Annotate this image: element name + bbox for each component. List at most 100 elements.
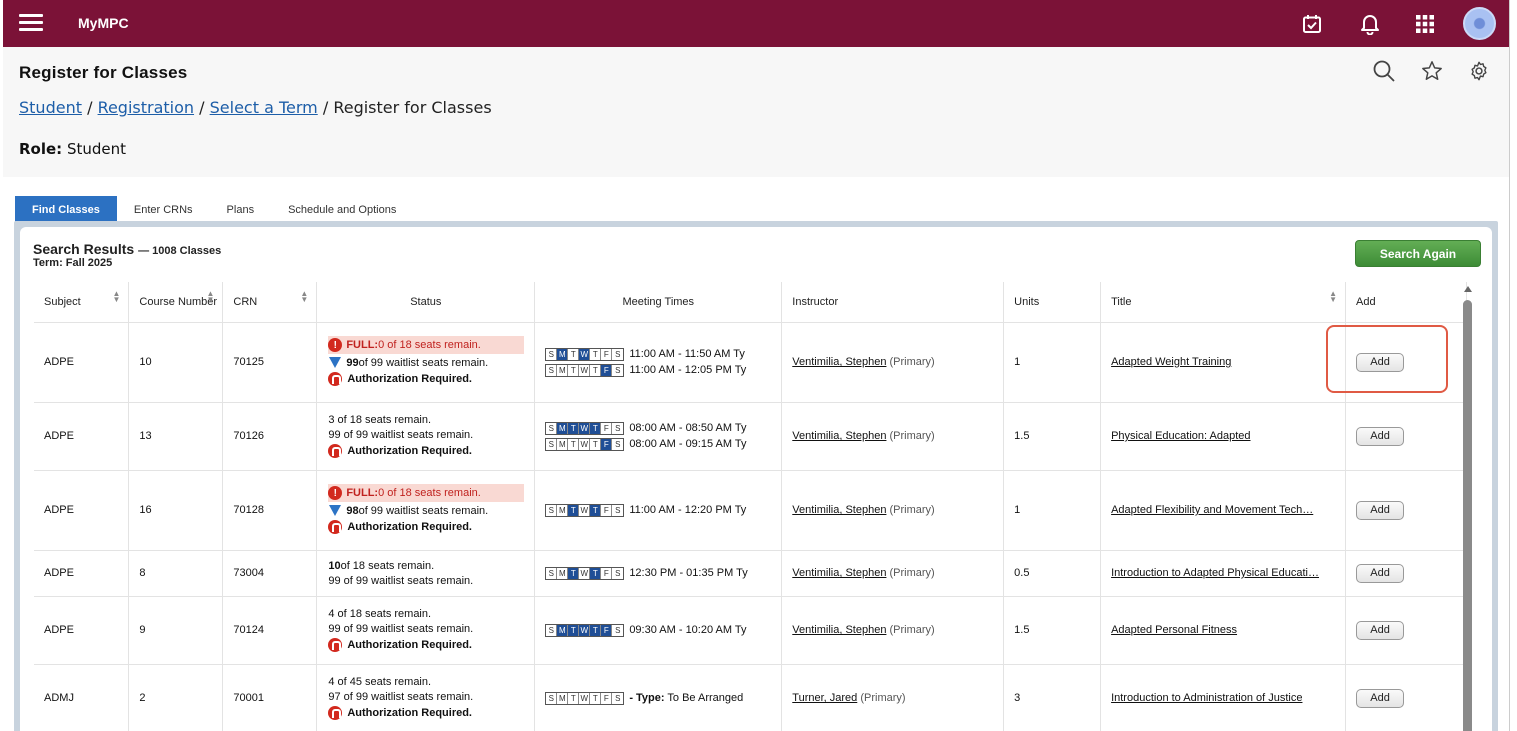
- instructor-link[interactable]: Ventimilia, Stephen: [792, 624, 886, 636]
- day-cell: M: [557, 364, 569, 376]
- cell-crn: 70125: [222, 322, 318, 403]
- cell-status: 3 of 18 seats remain. 99 of 99 waitlist s…: [316, 402, 536, 471]
- cell-subject: ADPE: [34, 322, 130, 403]
- add-button[interactable]: Add: [1356, 500, 1405, 520]
- role-value: Student: [66, 140, 127, 158]
- day-cell: T: [568, 364, 580, 376]
- cell-status: ! FULL: 0 of 18 seats remain. 98 of 99 wai…: [316, 470, 536, 551]
- meeting-time: 09:30 AM - 10:20 AM Ty: [629, 624, 747, 636]
- cell-course-number: 16: [128, 470, 224, 551]
- lock-icon: [328, 444, 343, 458]
- tab-find-classes[interactable]: Find Classes: [15, 196, 117, 222]
- column-header-course-number[interactable]: Course Number ▲ ▼: [128, 282, 224, 323]
- waitlist-status: 99 of 99 waitlist seats remain.: [328, 622, 474, 635]
- search-icon[interactable]: [1370, 57, 1398, 85]
- seats-remaining: 10 of 18 seats remain.: [328, 559, 435, 572]
- tab-schedule-options[interactable]: Schedule and Options: [271, 196, 413, 222]
- waitlist-status: 98 of 99 waitlist seats remain.: [328, 503, 533, 518]
- lock-icon: [328, 372, 343, 386]
- day-cell: M: [557, 438, 569, 450]
- table-row: ADPE 10 70125 ! FULL: 0 of 18 seats remai…: [34, 322, 1467, 403]
- scroll-thumb[interactable]: [1463, 300, 1472, 731]
- add-button[interactable]: Add: [1356, 620, 1405, 640]
- day-cell: S: [546, 567, 558, 579]
- day-cell: S: [546, 624, 558, 636]
- column-header-subject[interactable]: Subject ▲ ▼: [34, 282, 130, 323]
- add-button[interactable]: Add: [1356, 352, 1405, 372]
- table-row: ADPE 16 70128 ! FULL: 0 of 18 seats remai…: [34, 470, 1467, 551]
- role-label: Role:: [19, 140, 63, 158]
- day-cell: T: [568, 624, 580, 636]
- instructor-link[interactable]: Ventimilia, Stephen: [792, 504, 886, 516]
- tab-plans[interactable]: Plans: [210, 196, 272, 222]
- user-avatar[interactable]: [1463, 7, 1496, 40]
- add-button[interactable]: Add: [1356, 563, 1405, 583]
- meeting-time: 08:00 AM - 09:15 AM Ty: [629, 438, 747, 450]
- page-title: Register for Classes: [19, 63, 188, 82]
- cell-subject: ADPE: [34, 550, 130, 597]
- add-button[interactable]: Add: [1356, 688, 1405, 708]
- results-table: Subject ▲ ▼ Course Number ▲ ▼ CRN ▲ ▼ Status M…: [34, 282, 1467, 731]
- table-row: ADPE 13 70126 3 of 18 seats remain. 99 of…: [34, 402, 1467, 471]
- cell-add: Add: [1345, 550, 1467, 597]
- instructor-role: (Primary): [857, 692, 906, 704]
- day-cell: S: [546, 504, 558, 516]
- meeting-row: S M T W T F S 11:00 AM - 11:50 AM Ty: [545, 347, 780, 362]
- cell-subject: ADMJ: [34, 664, 130, 731]
- cell-subject: ADPE: [34, 596, 130, 665]
- day-cell: S: [546, 364, 558, 376]
- cell-crn: 73004: [222, 550, 318, 597]
- meeting-row: S M T W T F S 08:00 AM - 09:15 AM Ty: [545, 437, 780, 452]
- gear-icon[interactable]: [1465, 57, 1493, 85]
- day-cell: F: [601, 567, 613, 579]
- instructor-link[interactable]: Ventimilia, Stephen: [792, 356, 886, 368]
- meeting-row: S M T W T F S 08:00 AM - 08:50 AM Ty: [545, 421, 780, 436]
- calendar-check-icon[interactable]: [1298, 10, 1326, 38]
- table-scrollbar[interactable]: [1461, 283, 1476, 731]
- search-again-button[interactable]: Search Again: [1355, 240, 1481, 267]
- bell-icon[interactable]: [1356, 10, 1384, 38]
- authorization-status: Authorization Required.: [328, 442, 533, 460]
- instructor-link[interactable]: Turner, Jared: [792, 692, 857, 704]
- table-row: ADMJ 2 70001 4 of 45 seats remain. 97 of …: [34, 664, 1467, 731]
- course-title-link[interactable]: Introduction to Adapted Physical Educati…: [1111, 567, 1319, 579]
- day-cell: F: [601, 504, 613, 516]
- course-title-link[interactable]: Adapted Personal Fitness: [1111, 624, 1237, 636]
- breadcrumb-registration[interactable]: Registration: [98, 98, 194, 117]
- instructor-link[interactable]: Ventimilia, Stephen: [792, 430, 886, 442]
- course-title-link[interactable]: Introduction to Administration of Justic…: [1111, 692, 1302, 704]
- course-title-link[interactable]: Adapted Weight Training: [1111, 356, 1231, 368]
- breadcrumb-select-term[interactable]: Select a Term: [210, 98, 318, 117]
- instructor-role: (Primary): [886, 356, 935, 368]
- hamburger-icon[interactable]: [19, 11, 43, 33]
- registration-tabs: Find Classes Enter CRNs Plans Schedule a…: [15, 196, 413, 222]
- brand-name[interactable]: MyMPC: [78, 15, 129, 31]
- course-title-link[interactable]: Adapted Flexibility and Movement Tech…: [1111, 504, 1313, 516]
- day-cell: S: [612, 348, 624, 360]
- alert-icon: !: [328, 486, 343, 500]
- breadcrumb-student[interactable]: Student: [19, 98, 82, 117]
- add-button[interactable]: Add: [1356, 426, 1405, 446]
- cell-meeting-times: S M T W T F S 12:30 PM - 01:35 PM Ty: [534, 550, 783, 597]
- day-grid: SMTWTFS: [545, 347, 625, 361]
- day-cell: T: [568, 422, 580, 434]
- scroll-up-arrow[interactable]: [1464, 286, 1472, 292]
- tab-enter-crns[interactable]: Enter CRNs: [117, 196, 210, 222]
- day-cell: F: [601, 692, 613, 704]
- cell-status: ! FULL: 0 of 18 seats remain. 99 of 99 wai…: [316, 322, 536, 403]
- instructor-role: (Primary): [886, 624, 935, 636]
- breadcrumb-separator: /: [322, 98, 329, 117]
- day-cell: S: [546, 422, 558, 434]
- cell-add: Add: [1345, 470, 1467, 551]
- apps-grid-icon[interactable]: [1411, 10, 1439, 38]
- instructor-link[interactable]: Ventimilia, Stephen: [792, 567, 886, 579]
- day-cell: T: [590, 348, 602, 360]
- meeting-time: 11:00 AM - 11:50 AM Ty: [629, 348, 745, 360]
- alert-icon: !: [328, 338, 343, 352]
- column-header-title[interactable]: Title ▲ ▼: [1100, 282, 1347, 323]
- day-grid: SMTWTFS: [545, 691, 625, 705]
- cell-title: Physical Education: Adapted: [1100, 402, 1347, 471]
- course-title-link[interactable]: Physical Education: Adapted: [1111, 430, 1250, 442]
- column-header-crn[interactable]: CRN ▲ ▼: [222, 282, 318, 323]
- star-icon[interactable]: [1418, 57, 1446, 85]
